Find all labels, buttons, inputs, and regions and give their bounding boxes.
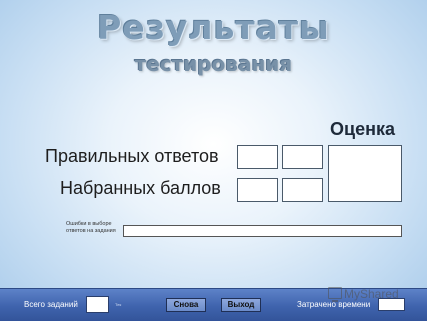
correct-answers-field-2 [282,145,323,169]
correct-answers-label: Правильных ответов [45,146,219,166]
grade-label: Оценка [330,119,395,139]
total-tasks-label: Всего заданий [24,300,78,309]
errors-field [123,225,402,237]
total-tasks-field [86,296,109,313]
again-button[interactable]: Снова [166,298,206,312]
page-title: Результаты [97,8,330,47]
watermark-text: MyShared [344,287,399,301]
points-label: Набранных баллов [60,178,221,198]
grade-field [328,145,402,202]
correct-answers-field-1 [237,145,278,169]
exit-button[interactable]: Выход [221,298,261,312]
points-field-1 [237,178,278,202]
errors-label: Ошибки в выборе ответов на задания [66,221,116,234]
monitor-icon [328,287,342,302]
watermark: MyShared [328,287,399,302]
points-field-2 [282,178,323,202]
small-caption: Тек [115,302,122,307]
page-subtitle: тестирования [134,52,293,76]
